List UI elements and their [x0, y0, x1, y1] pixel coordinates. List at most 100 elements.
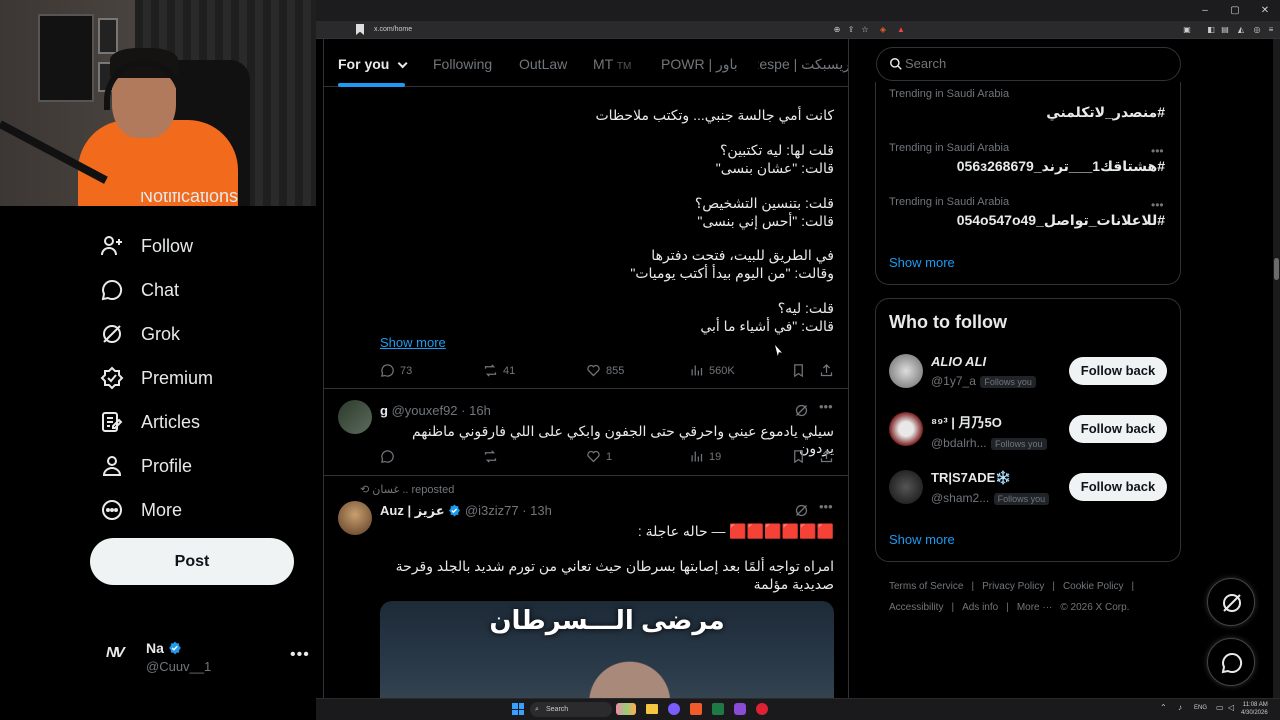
sidebar-item-notifications[interactable]: Notifications: [140, 192, 340, 206]
trend-item[interactable]: Trending in Saudi Arabia #للاعلانات_تواص…: [889, 196, 1165, 229]
footer-link-ads[interactable]: Ads info: [962, 602, 998, 613]
like-button[interactable]: 1: [586, 449, 612, 464]
tweet-more-icon[interactable]: •••: [819, 499, 833, 514]
tray-chevron-icon[interactable]: ⌃: [1160, 703, 1167, 712]
tweet-time[interactable]: · 13h: [522, 503, 552, 518]
sidebar-item-profile[interactable]: Profile: [100, 446, 192, 486]
sidebar-item-chat[interactable]: Chat: [100, 270, 179, 310]
follow-suggestion[interactable]: ⁸⁹³ | 月乃5O @bdalrh... Follows you: [931, 412, 1061, 452]
close-window-button[interactable]: ✕: [1250, 0, 1280, 21]
grok-icon[interactable]: [794, 403, 809, 418]
tweet[interactable]: كانت أمي جالسة جنبي... وتكتب ملاحظات قلت…: [324, 87, 848, 389]
repost-icon[interactable]: [483, 449, 498, 464]
widgets-icon[interactable]: [616, 703, 636, 715]
file-explorer-icon[interactable]: [646, 704, 658, 714]
account-more-icon[interactable]: •••: [290, 646, 310, 664]
sidebar-item-follow[interactable]: Follow: [100, 226, 193, 266]
avatar[interactable]: [889, 354, 923, 388]
search-input[interactable]: [905, 56, 1165, 71]
tab-following[interactable]: Following: [433, 56, 492, 72]
reply-icon[interactable]: [380, 449, 395, 464]
footer-link-cookie[interactable]: Cookie Policy: [1063, 581, 1124, 592]
views-button[interactable]: 19: [689, 449, 721, 464]
avatar[interactable]: [889, 470, 923, 504]
avatar[interactable]: [338, 400, 372, 434]
reply-button[interactable]: 73: [380, 363, 412, 378]
post-button[interactable]: Post: [90, 538, 294, 585]
sidebar-item-premium[interactable]: Premium: [100, 358, 213, 398]
sidebar-item-grok[interactable]: Grok: [100, 314, 180, 354]
windows-start-icon[interactable]: [512, 703, 524, 715]
who-to-follow-show-more[interactable]: Show more: [889, 532, 955, 547]
author-name[interactable]: Auz | عزيز: [380, 503, 445, 518]
avatar[interactable]: [889, 412, 923, 446]
taskbar-search[interactable]: ⌕ Search: [530, 702, 612, 717]
tweet-time[interactable]: · 16h: [461, 403, 491, 418]
app-icon[interactable]: [734, 703, 746, 715]
footer-link-accessibility[interactable]: Accessibility: [889, 602, 943, 613]
follow-back-button[interactable]: Follow back: [1069, 473, 1167, 501]
repost-button[interactable]: 41: [483, 363, 515, 378]
tab-respect[interactable]: ريسبكت | Respe: [758, 56, 848, 73]
maximize-button[interactable]: ▢: [1220, 0, 1250, 21]
brave-shield-icon[interactable]: ◈: [878, 25, 888, 35]
tab-for-you[interactable]: For you: [338, 56, 408, 72]
author-handle[interactable]: @i3ziz77: [465, 503, 519, 518]
trend-item[interactable]: Trending in Saudi Arabia #منصدر_لاتكلمني: [889, 88, 1165, 121]
obs-icon[interactable]: [756, 703, 768, 715]
search-box[interactable]: [876, 47, 1181, 81]
follow-suggestion[interactable]: ALIO ALI @1y7_a Follows you: [931, 354, 1061, 390]
brave-rewards-icon[interactable]: ▲: [896, 25, 906, 35]
extension-icon[interactable]: ▣: [1182, 25, 1192, 35]
discord-icon[interactable]: [668, 703, 680, 715]
follow-suggestion[interactable]: TR|S7ADE❄️ @sham2... Follows you: [931, 470, 1061, 507]
star-icon[interactable]: ☆: [860, 25, 870, 35]
sidebar-item-more[interactable]: More: [100, 490, 182, 530]
tweet[interactable]: g @youxef92 · 16h ••• سيلي يادموع عيني و…: [324, 390, 848, 476]
sidebar-icon[interactable]: ◧: [1206, 25, 1216, 35]
author-handle[interactable]: @youxef92: [392, 403, 458, 418]
footer-link-privacy[interactable]: Privacy Policy: [982, 581, 1044, 592]
follow-back-button[interactable]: Follow back: [1069, 357, 1167, 385]
share-icon[interactable]: [819, 363, 834, 378]
tab-mt[interactable]: MT TM: [593, 56, 631, 72]
author-name[interactable]: g: [380, 403, 388, 418]
scrollbar[interactable]: [1273, 39, 1280, 698]
show-more-link[interactable]: Show more: [380, 335, 446, 350]
bookmark-icon[interactable]: [356, 24, 364, 35]
bookmark-icon[interactable]: [791, 449, 806, 464]
zoom-icon[interactable]: ⊕: [832, 25, 842, 35]
views-button[interactable]: 560K: [689, 363, 735, 378]
trends-show-more[interactable]: Show more: [889, 255, 955, 270]
address-bar[interactable]: x.com/home: [368, 23, 1068, 37]
tweet-more-icon[interactable]: •••: [819, 399, 833, 414]
sidebar-item-articles[interactable]: Articles: [100, 402, 200, 442]
avatar[interactable]: [338, 501, 372, 535]
bookmark-icon[interactable]: [791, 363, 806, 378]
share-icon[interactable]: [819, 449, 834, 464]
like-button[interactable]: 855: [586, 363, 624, 378]
scrollbar-thumb[interactable]: [1274, 258, 1279, 280]
menu-icon[interactable]: ≡: [1266, 25, 1276, 35]
tweet[interactable]: ⟲ غسان .. reposted Auz | عزيز @i3ziz77 ·…: [324, 477, 848, 720]
microphone-icon[interactable]: ♪: [1178, 703, 1182, 712]
footer-link-more[interactable]: More ···: [1017, 602, 1053, 613]
volume-icon[interactable]: ◁: [1228, 703, 1234, 712]
share-icon[interactable]: ⇪: [846, 25, 856, 35]
tab-outlaw[interactable]: OutLaw: [519, 56, 567, 72]
grok-fab[interactable]: [1207, 578, 1255, 626]
account-switcher[interactable]: NV Na @Cuuv__1 •••: [100, 632, 315, 682]
tab-powr[interactable]: POWR | باور: [661, 56, 738, 73]
follow-back-button[interactable]: Follow back: [1069, 415, 1167, 443]
trend-item[interactable]: Trending in Saudi Arabia #هشتاقك1___ترند…: [889, 142, 1165, 175]
footer-link-terms[interactable]: Terms of Service: [889, 581, 963, 592]
network-icon[interactable]: ▭: [1216, 703, 1224, 712]
wallet-icon[interactable]: ▤: [1220, 25, 1230, 35]
language-indicator[interactable]: ENG: [1194, 705, 1207, 711]
grok-icon[interactable]: [794, 503, 809, 518]
excel-icon[interactable]: [712, 703, 724, 715]
shield-icon[interactable]: ◎: [1252, 25, 1262, 35]
chat-fab[interactable]: [1207, 638, 1255, 686]
vpn-icon[interactable]: ◭: [1236, 25, 1246, 35]
brave-icon[interactable]: [690, 703, 702, 715]
